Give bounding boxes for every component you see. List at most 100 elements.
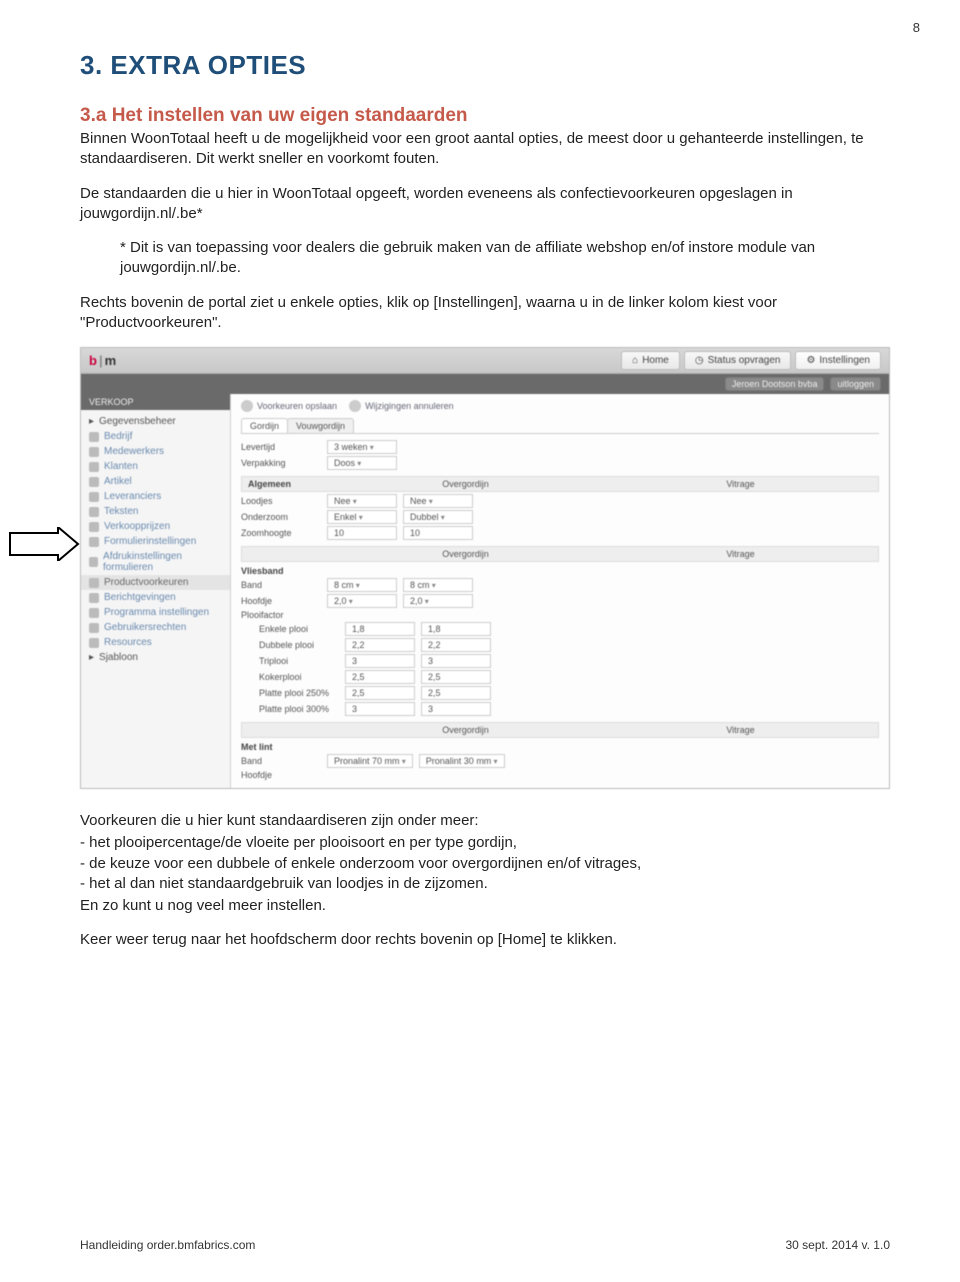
input-pl2-vit[interactable]: 2,2 [421, 638, 491, 652]
cancel-icon [349, 400, 361, 412]
user-badge: Jeroen Dootson bvba [725, 377, 825, 391]
col-vitrage-3: Vitrage [603, 723, 878, 737]
label-dubbele-plooi: Dubbele plooi [259, 640, 339, 650]
label-triplooi: Triplooi [259, 656, 339, 666]
subgroup-metlint: Met lint [241, 742, 879, 752]
sidebar-label: Resources [104, 637, 152, 648]
logout-button[interactable]: uitloggen [830, 377, 881, 391]
sidebar-label: Afdrukinstellingen formulieren [103, 551, 222, 573]
sidebar-item-programma[interactable]: Programma instellingen [81, 605, 230, 620]
label-kokerplooi: Kokerplooi [259, 672, 339, 682]
tab-vouwgordijn[interactable]: Vouwgordijn [287, 418, 354, 433]
select-hoofdje-vit[interactable]: 2,0 [403, 594, 473, 608]
sidebar-item-teksten[interactable]: Teksten [81, 504, 230, 519]
select-band-vit[interactable]: 8 cm [403, 578, 473, 592]
input-pl3-over[interactable]: 3 [345, 654, 415, 668]
print-icon [89, 557, 98, 567]
paragraph-6: En zo kunt u nog veel meer instellen. [80, 896, 890, 916]
label-loodjes: Loodjes [241, 496, 321, 506]
footer-right: 30 sept. 2014 v. 1.0 [785, 1238, 890, 1252]
input-pl6-vit[interactable]: 3 [421, 702, 491, 716]
input-pl4-over[interactable]: 2,5 [345, 670, 415, 684]
sidebar-item-medewerkers[interactable]: Medewerkers [81, 444, 230, 459]
select-hoofdje-over[interactable]: 2,0 [327, 594, 397, 608]
home-icon: ⌂ [632, 355, 638, 366]
building-icon [89, 432, 99, 442]
sidebar-item-productvoorkeuren[interactable]: Productvoorkeuren [81, 575, 230, 590]
logo-b: b [89, 353, 97, 368]
select-levertijd[interactable]: 3 weken [327, 440, 397, 454]
page-number: 8 [913, 20, 920, 35]
select-onderzoom-over[interactable]: Enkel [327, 510, 397, 524]
cancel-button[interactable]: Wijzigingen annuleren [349, 400, 454, 412]
label-hoofdje-2: Hoofdje [241, 770, 321, 780]
sidebar-item-formulierinstellingen[interactable]: Formulierinstellingen [81, 534, 230, 549]
label-hoofdje: Hoofdje [241, 596, 321, 606]
save-label: Voorkeuren opslaan [257, 401, 337, 411]
nav-home[interactable]: ⌂Home [621, 351, 680, 370]
label-onderzoom: Onderzoom [241, 512, 321, 522]
people-icon [89, 447, 99, 457]
bullet-2: - de keuze voor een dubbele of enkele on… [80, 854, 890, 874]
nav-status[interactable]: ◷Status opvragen [684, 351, 792, 370]
pref-icon [89, 578, 99, 588]
input-pl3-vit[interactable]: 3 [421, 654, 491, 668]
sidebar-item-klanten[interactable]: Klanten [81, 459, 230, 474]
col-overgordijn-3: Overgordijn [328, 723, 603, 737]
sidebar-item-leveranciers[interactable]: Leveranciers [81, 489, 230, 504]
status-icon: ◷ [695, 355, 704, 366]
section-spacer-2 [242, 723, 328, 737]
bullet-3: - het al dan niet standaardgebruik van l… [80, 874, 890, 894]
paragraph-1: Binnen WoonTotaal heeft u de mogelijkhei… [80, 129, 890, 170]
input-pl2-over[interactable]: 2,2 [345, 638, 415, 652]
select-band2-vit[interactable]: Pronalint 30 mm [419, 754, 505, 768]
select-band2-over[interactable]: Pronalint 70 mm [327, 754, 413, 768]
input-pl1-over[interactable]: 1,8 [345, 622, 415, 636]
sidebar-item-afdrukinstellingen[interactable]: Afdrukinstellingen formulieren [81, 549, 230, 575]
input-pl4-vit[interactable]: 2,5 [421, 670, 491, 684]
sidebar-label: Leveranciers [104, 491, 161, 502]
sidebar-item-verkoopprijzen[interactable]: Verkoopprijzen [81, 519, 230, 534]
select-band-over[interactable]: 8 cm [327, 578, 397, 592]
select-verpakking[interactable]: Doos [327, 456, 397, 470]
sidebar-group[interactable]: ▸ Gegevensbeheer [81, 414, 230, 429]
nav-settings[interactable]: ⚙Instellingen [795, 351, 881, 370]
label-platte-250: Platte plooi 250% [259, 688, 339, 698]
select-loodjes-vit[interactable]: Nee [403, 494, 473, 508]
box-icon [89, 638, 99, 648]
input-pl5-vit[interactable]: 2,5 [421, 686, 491, 700]
save-icon [241, 400, 253, 412]
text-icon [89, 507, 99, 517]
sidebar-item-bedrijf[interactable]: Bedrijf [81, 429, 230, 444]
sidebar-label: Programma instellingen [104, 607, 209, 618]
gear-icon: ⚙ [806, 355, 815, 366]
input-zoomhoogte-over[interactable]: 10 [327, 526, 397, 540]
sidebar-group-label: Gegevensbeheer [99, 416, 176, 427]
input-pl1-vit[interactable]: 1,8 [421, 622, 491, 636]
sidebar-item-artikel[interactable]: Artikel [81, 474, 230, 489]
sidebar-label: Klanten [104, 461, 138, 472]
tab-gordijn[interactable]: Gordijn [241, 418, 288, 433]
input-zoomhoogte-vit[interactable]: 10 [403, 526, 473, 540]
sidebar-item-resources[interactable]: Resources [81, 635, 230, 650]
save-button[interactable]: Voorkeuren opslaan [241, 400, 337, 412]
label-levertijd: Levertijd [241, 442, 321, 452]
sidebar-label: Formulierinstellingen [104, 536, 196, 547]
sidebar-label: Medewerkers [104, 446, 164, 457]
subsection-heading: 3.a Het instellen van uw eigen standaard… [80, 105, 890, 127]
footer-left: Handleiding order.bmfabrics.com [80, 1238, 255, 1252]
sidebar-label: Verkoopprijzen [104, 521, 170, 532]
label-enkele-plooi: Enkele plooi [259, 624, 339, 634]
select-onderzoom-vit[interactable]: Dubbel [403, 510, 473, 524]
embedded-screenshot: b|m ⌂Home ◷Status opvragen ⚙Instellingen… [80, 347, 890, 789]
select-loodjes-over[interactable]: Nee [327, 494, 397, 508]
sidebar-header: VERKOOP [81, 394, 230, 410]
sidebar-item-berichtgevingen[interactable]: Berichtgevingen [81, 590, 230, 605]
sidebar-label: Bedrijf [104, 431, 132, 442]
app-logo: b|m [89, 353, 116, 368]
section-algemeen: Algemeen [242, 477, 328, 491]
sidebar-item-sjabloon[interactable]: ▸ Sjabloon [81, 650, 230, 665]
input-pl5-over[interactable]: 2,5 [345, 686, 415, 700]
input-pl6-over[interactable]: 3 [345, 702, 415, 716]
sidebar-item-gebruikersrechten[interactable]: Gebruikersrechten [81, 620, 230, 635]
